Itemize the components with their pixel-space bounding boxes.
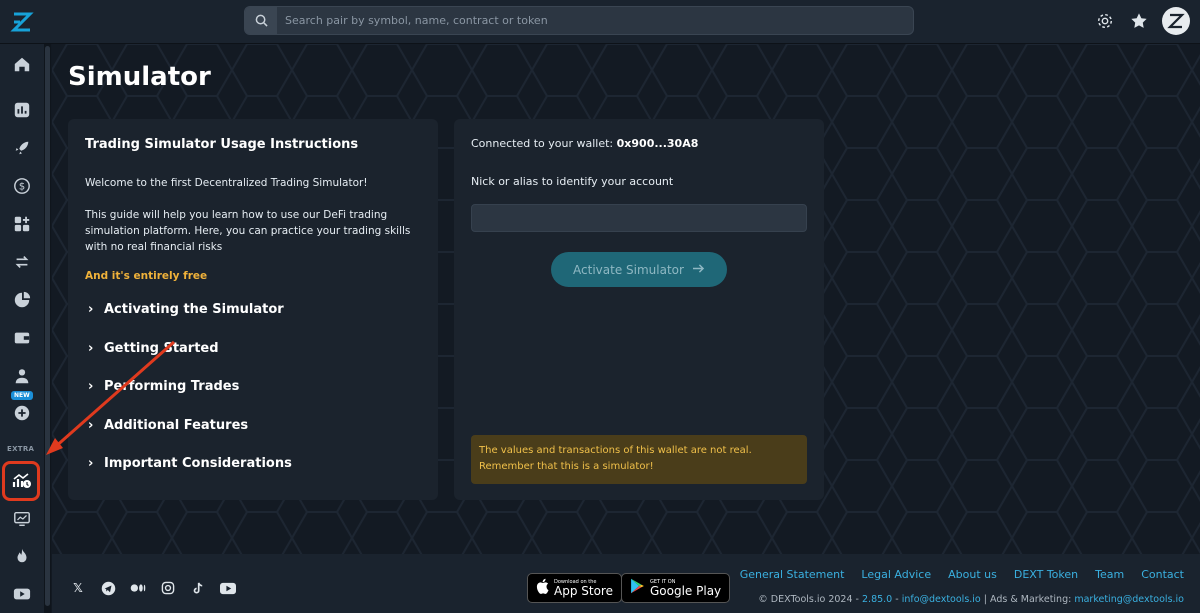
- accordion-label: Important Considerations: [104, 456, 292, 471]
- accordion-label: Performing Trades: [104, 379, 240, 394]
- accordion-activating-simulator[interactable]: › Activating the Simulator: [88, 302, 284, 317]
- google-play-button[interactable]: GET IT ON Google Play: [621, 573, 731, 603]
- sidebar: $ NEW EXTRA: [0, 44, 44, 613]
- accordion-label: Additional Features: [104, 418, 249, 433]
- dextools-logo-icon[interactable]: [8, 8, 36, 36]
- activate-simulator-button[interactable]: Activate Simulator: [551, 252, 727, 287]
- instructions-title: Trading Simulator Usage Instructions: [85, 137, 359, 152]
- chevron-right-icon: ›: [88, 456, 94, 471]
- link-team[interactable]: Team: [1095, 568, 1124, 581]
- chevron-right-icon: ›: [88, 418, 94, 433]
- accordion-important-considerations[interactable]: › Important Considerations: [88, 456, 292, 471]
- activate-button-label: Activate Simulator: [573, 262, 684, 277]
- accordion-label: Getting Started: [104, 341, 219, 356]
- wallet-address: 0x900...30A8: [616, 137, 699, 150]
- fire-icon[interactable]: [6, 541, 38, 571]
- favorites-star-icon[interactable]: [1128, 10, 1150, 32]
- version-link[interactable]: 2.85.0: [862, 594, 892, 605]
- accordion-getting-started[interactable]: › Getting Started: [88, 341, 219, 356]
- apps-icon[interactable]: [6, 209, 38, 239]
- accordion-performing-trades[interactable]: › Performing Trades: [88, 379, 239, 394]
- link-contact[interactable]: Contact: [1141, 568, 1184, 581]
- nick-label: Nick or alias to identify your account: [471, 175, 674, 188]
- accordion-additional-features[interactable]: › Additional Features: [88, 418, 248, 433]
- link-dext-token[interactable]: DEXT Token: [1014, 568, 1078, 581]
- arrow-right-icon: [692, 263, 705, 277]
- settings-gear-icon[interactable]: [1094, 10, 1116, 32]
- google-play-big: Google Play: [650, 583, 722, 598]
- link-about-us[interactable]: About us: [948, 568, 997, 581]
- telegram-icon[interactable]: [100, 580, 116, 596]
- chevron-right-icon: ›: [88, 341, 94, 356]
- extra-section-label: EXTRA: [7, 445, 35, 453]
- search-icon[interactable]: [245, 7, 277, 34]
- search-input[interactable]: [277, 14, 877, 27]
- footer-links: General Statement Legal Advice About us …: [740, 568, 1184, 581]
- dollar-circle-icon[interactable]: $: [6, 171, 38, 201]
- youtube-icon[interactable]: [6, 579, 38, 609]
- app-store-button[interactable]: Download on the App Store: [527, 573, 622, 603]
- instagram-icon[interactable]: [160, 580, 176, 596]
- app-store-big: App Store: [554, 583, 613, 598]
- info-email-link[interactable]: info@dextools.io: [902, 594, 981, 605]
- copyright-text: © DEXTools.io 2024 - 2.85.0 - info@dexto…: [758, 594, 1184, 605]
- medium-icon[interactable]: [130, 580, 146, 596]
- wallet-icon[interactable]: [6, 323, 38, 353]
- footer: 𝕏 Download on the App Store GET IT ON Go…: [52, 554, 1200, 613]
- social-links: 𝕏: [70, 580, 236, 596]
- user-avatar[interactable]: [1162, 7, 1190, 35]
- pie-chart-icon[interactable]: [6, 285, 38, 315]
- instructions-card: Trading Simulator Usage Instructions Wel…: [68, 119, 438, 500]
- nick-input[interactable]: [471, 204, 807, 232]
- google-play-icon: [630, 578, 645, 598]
- search-bar[interactable]: [244, 6, 914, 35]
- apple-icon: [536, 578, 549, 598]
- free-text: And it's entirely free: [85, 270, 208, 282]
- sidebar-scrollbar[interactable]: [44, 44, 51, 613]
- top-bar: [0, 0, 1200, 44]
- swap-icon[interactable]: [6, 247, 38, 277]
- tiktok-icon[interactable]: [190, 580, 206, 596]
- simulator-warning-box: The values and transactions of this wall…: [471, 435, 807, 484]
- chevron-right-icon: ›: [88, 379, 94, 394]
- chevron-right-icon: ›: [88, 302, 94, 317]
- home-icon[interactable]: [6, 49, 38, 79]
- marketing-email-link[interactable]: marketing@dextools.io: [1074, 594, 1184, 605]
- monitor-chart-icon[interactable]: [6, 504, 38, 534]
- wallet-prefix: Connected to your wallet:: [471, 137, 614, 150]
- warning-line-1: The values and transactions of this wall…: [479, 445, 752, 456]
- link-legal-advice[interactable]: Legal Advice: [861, 568, 931, 581]
- wallet-connection-text: Connected to your wallet: 0x900...30A8: [471, 137, 698, 150]
- youtube-footer-icon[interactable]: [220, 580, 236, 596]
- activation-card: Connected to your wallet: 0x900...30A8 N…: [454, 119, 824, 500]
- rocket-icon[interactable]: [6, 133, 38, 163]
- accordion-label: Activating the Simulator: [104, 302, 284, 317]
- simulator-icon[interactable]: [6, 466, 38, 496]
- page-title: Simulator: [68, 62, 211, 92]
- warning-line-2: Remember that this is a simulator!: [479, 461, 654, 472]
- welcome-text: Welcome to the first Decentralized Tradi…: [85, 177, 368, 189]
- svg-text:$: $: [19, 182, 25, 193]
- plus-circle-icon[interactable]: [6, 398, 38, 428]
- user-icon[interactable]: [6, 361, 38, 391]
- guide-text: This guide will help you learn how to us…: [85, 209, 411, 253]
- chart-icon[interactable]: [6, 95, 38, 125]
- link-general-statement[interactable]: General Statement: [740, 568, 845, 581]
- x-twitter-icon[interactable]: 𝕏: [70, 580, 86, 596]
